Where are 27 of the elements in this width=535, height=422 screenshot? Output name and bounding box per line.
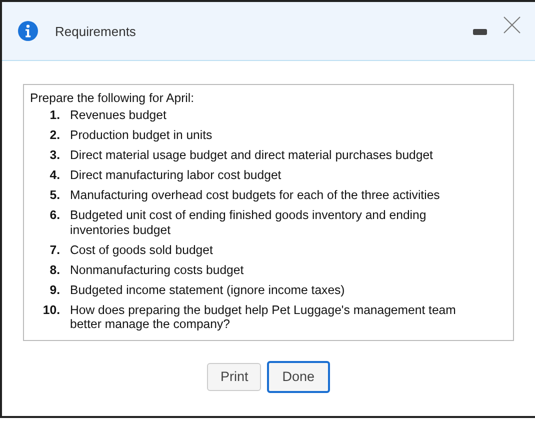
item-number: 2.	[48, 128, 61, 142]
info-icon	[18, 21, 38, 41]
dialog-title: Requirements	[55, 24, 137, 38]
item-number: 7.	[48, 242, 61, 257]
requirement-text: Direct manufacturing labor cost budget	[70, 168, 282, 182]
item-number: 5.	[48, 188, 61, 202]
minimize-icon[interactable]	[473, 29, 487, 35]
item-number: 3.	[48, 148, 61, 162]
requirement-text: Direct material usage budget and direct material purchases budget	[70, 148, 434, 162]
done-button[interactable]: Done	[267, 360, 330, 392]
item-number: 8.	[48, 262, 61, 277]
requirement-text: How does preparing the budget help Pet Luggage's management team better manage the company?	[70, 302, 457, 332]
close-icon[interactable]	[503, 16, 521, 34]
requirement-text: Revenues budget	[70, 108, 168, 122]
requirement-text: Production budget in units	[70, 128, 214, 142]
item-number: 4.	[48, 168, 61, 182]
requirement-text: Budgeted income statement (ignore income taxes)	[70, 282, 346, 297]
print-button[interactable]: Print	[207, 362, 262, 390]
requirement-text: Nonmanufacturing costs budget	[70, 262, 245, 277]
item-number: 1.	[48, 108, 61, 122]
item-number: 9.	[48, 282, 61, 297]
item-number: 10.	[42, 302, 61, 318]
item-number: 6.	[48, 208, 61, 224]
requirement-text: Budgeted unit cost of ending finished goods inventory and ending inventories budget	[70, 208, 428, 237]
intro-text: Prepare the following for April:	[30, 90, 196, 106]
requirement-text: Manufacturing overhead cost budgets for each of the three activities	[70, 188, 441, 202]
requirement-text: Cost of goods sold budget	[70, 242, 214, 257]
